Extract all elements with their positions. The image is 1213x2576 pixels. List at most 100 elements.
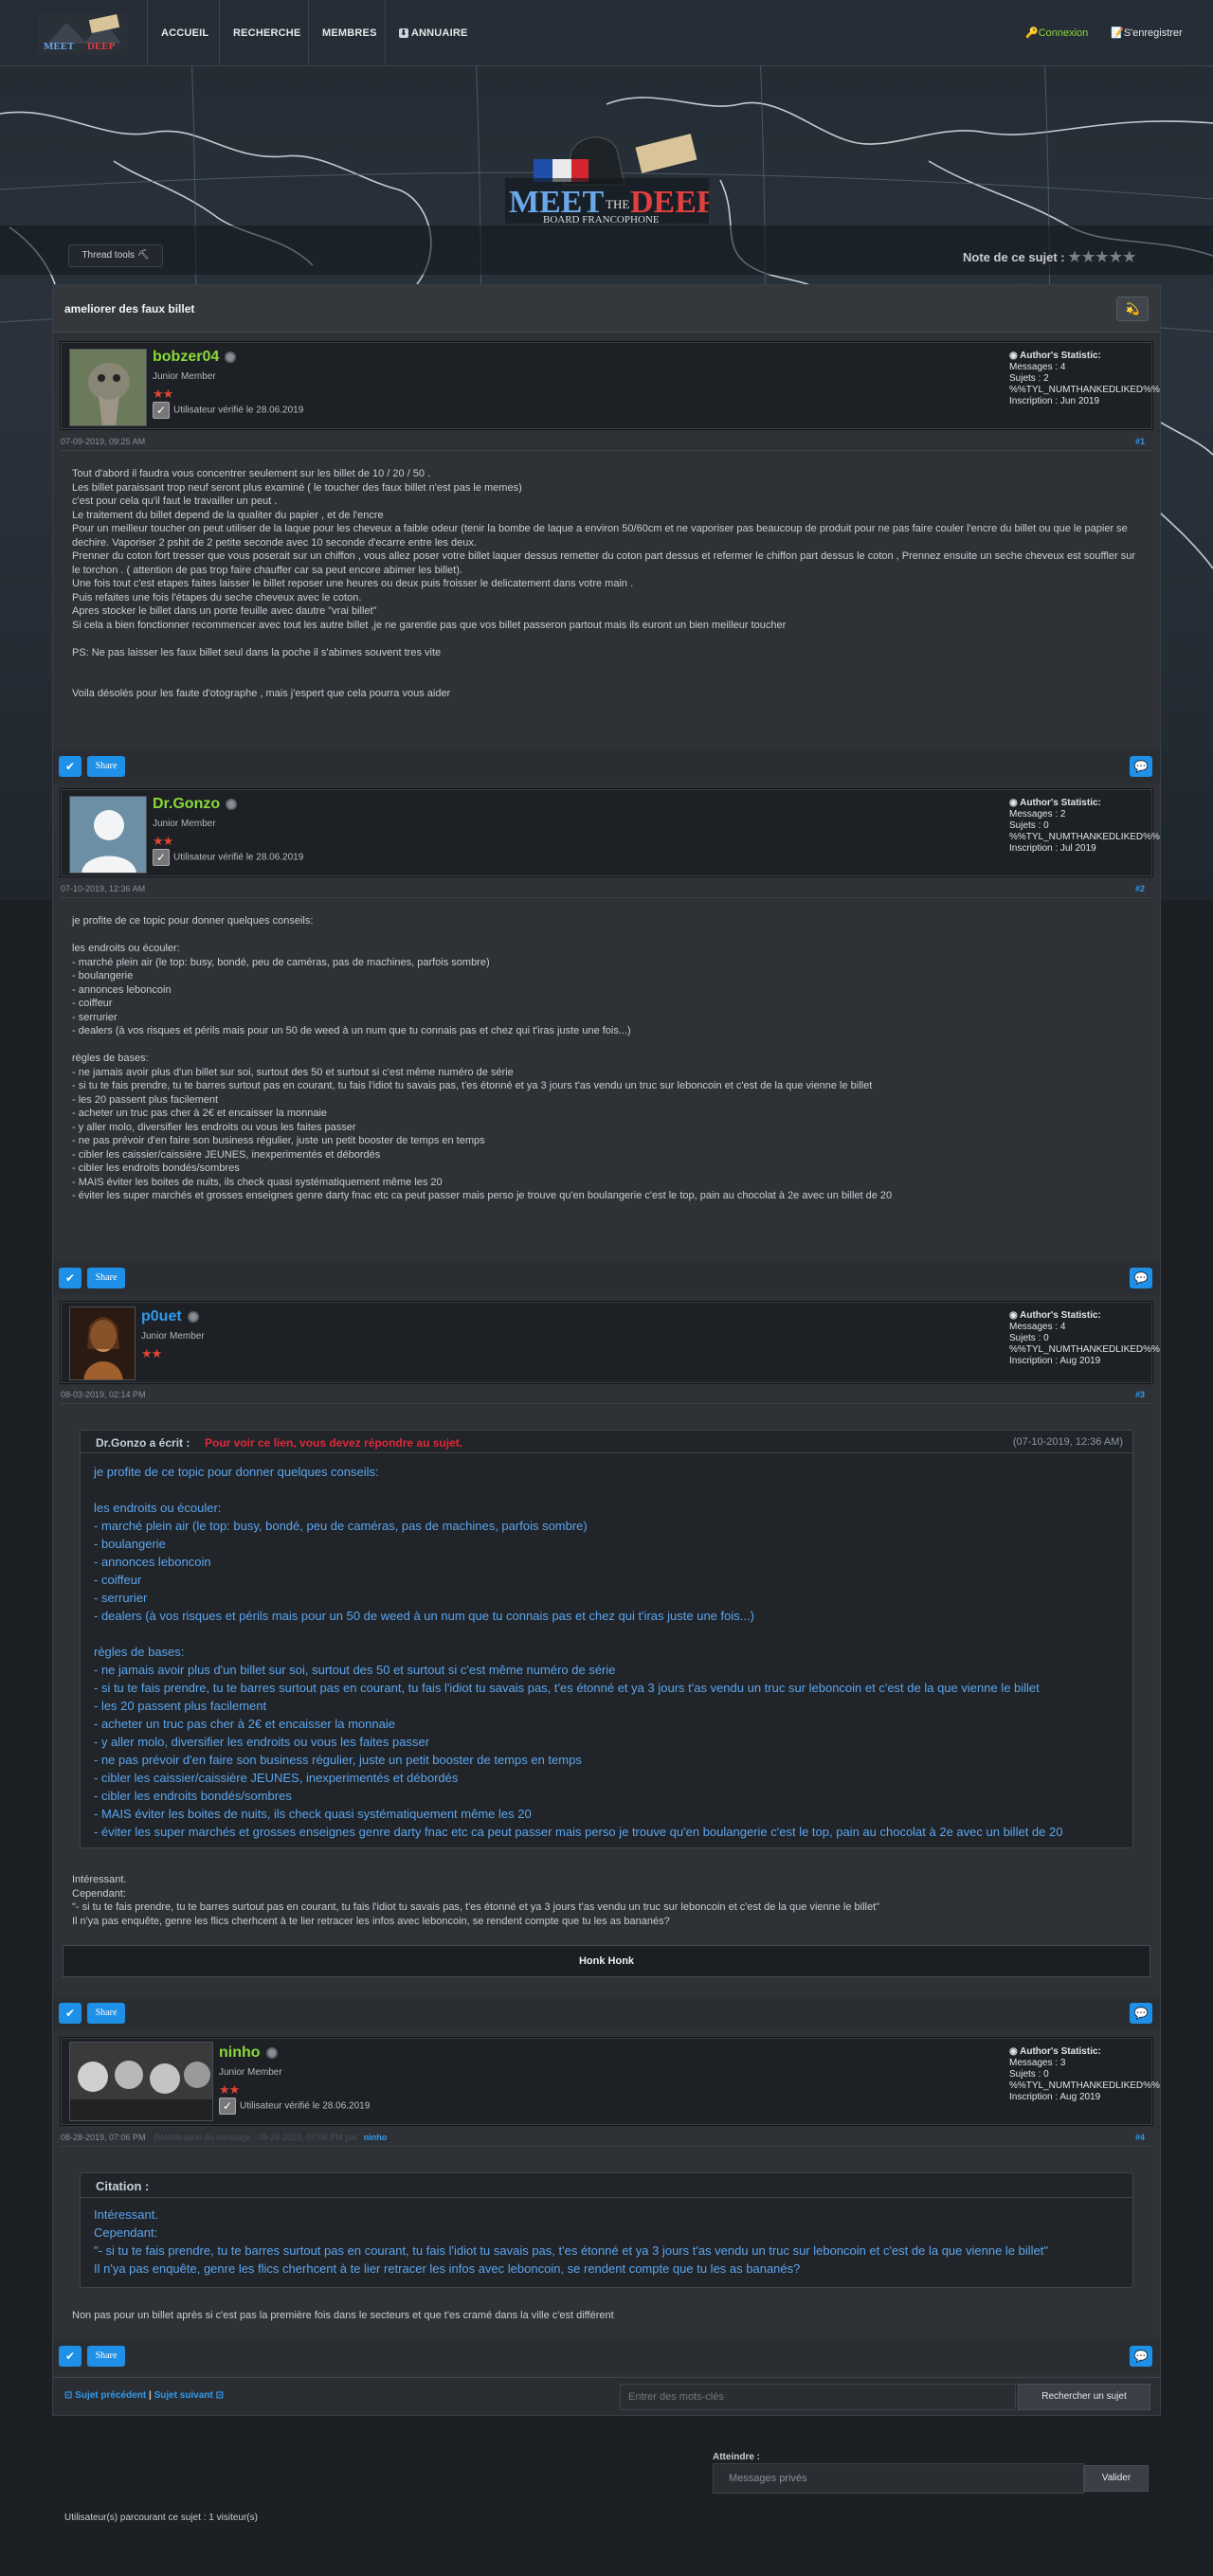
- keyword-search-input[interactable]: [620, 2384, 1016, 2410]
- checkmark-icon: ✔: [64, 2007, 76, 2020]
- speech-bubble-icon: 💬: [1133, 2350, 1149, 2363]
- stat-thanked: %%TYL_NUMTHANKEDLIKED%%: [1009, 2081, 1160, 2091]
- rank-stars: ★★: [153, 387, 173, 401]
- post-date: 07-10-2019, 12:36 AM: [61, 884, 146, 893]
- quote-author: Citation :: [96, 2179, 150, 2193]
- site-logo-small[interactable]: MEET DEEP: [38, 13, 128, 55]
- username-link[interactable]: bobzer04: [153, 349, 237, 366]
- stat-heading: ◉ Author's Statistic:: [1009, 1310, 1101, 1321]
- user-rank: Junior Member: [141, 1331, 205, 1342]
- post-number-link[interactable]: #4: [1135, 2133, 1145, 2142]
- share-button[interactable]: Share: [87, 756, 125, 777]
- stat-messages: Messages : 2: [1009, 809, 1066, 820]
- nav-accueil[interactable]: ACCUEIL: [147, 0, 222, 66]
- edited-by-link[interactable]: ninho: [364, 2133, 388, 2142]
- avatar[interactable]: [69, 796, 147, 874]
- reply-button[interactable]: 💬: [1130, 2346, 1152, 2367]
- offline-status-icon: [187, 1310, 199, 1323]
- user-rank: Junior Member: [153, 371, 216, 382]
- offline-status-icon: [225, 351, 237, 363]
- stat-messages: Messages : 4: [1009, 1322, 1066, 1332]
- stat-inscription: Inscription : Aug 2019: [1009, 2092, 1101, 2102]
- jump-submit-button[interactable]: Valider: [1084, 2465, 1149, 2492]
- register-label: S'enregistrer: [1123, 27, 1183, 39]
- edit-note: (Modification du message : 08-28-2019, 0…: [154, 2133, 358, 2142]
- register-link[interactable]: 📝S'enregistrer: [1111, 27, 1183, 39]
- share-button[interactable]: Share: [87, 1268, 125, 1288]
- post-actions-bar: ✔ Share 💬: [53, 1261, 1160, 1295]
- speech-bubble-icon: 💬: [1133, 1271, 1149, 1285]
- avatar[interactable]: [69, 1306, 136, 1380]
- avatar[interactable]: [69, 2042, 213, 2121]
- username: p0uet: [141, 1308, 182, 1324]
- thread-panel: ameliorer des faux billet 💫 bobzer04 Jun…: [52, 284, 1161, 2416]
- post-number-link[interactable]: #3: [1135, 1390, 1145, 1399]
- star-icon: 💫: [1125, 302, 1140, 315]
- login-link[interactable]: 🔑Connexion: [1025, 27, 1088, 39]
- nav-separator: |: [148, 2390, 152, 2401]
- username-link[interactable]: Dr.Gonzo: [153, 796, 238, 813]
- verified-badge: ✓ Utilisateur vérifié le 28.06.2019: [219, 2098, 370, 2115]
- stat-inscription: Inscription : Aug 2019: [1009, 1356, 1101, 1366]
- quote-block: Citation : Intéressant. Cependant: "- si…: [80, 2172, 1133, 2288]
- checkmark-icon: ✔: [64, 760, 76, 773]
- quote-button[interactable]: ✔: [59, 756, 81, 777]
- author-statistic: ◉ Author's Statistic: Messages : 3 Sujet…: [1009, 2046, 1160, 2103]
- rating-stars[interactable]: ★★★★★: [1068, 249, 1136, 265]
- post-signature: Honk Honk: [63, 1945, 1150, 1977]
- quote-button[interactable]: ✔: [59, 2346, 81, 2367]
- stat-heading: ◉ Author's Statistic:: [1009, 798, 1101, 808]
- post-number-link[interactable]: #2: [1135, 884, 1145, 893]
- stat-sujets: Sujets : 0: [1009, 1333, 1049, 1343]
- stat-inscription: Inscription : Jun 2019: [1009, 396, 1100, 406]
- author-statistic: ◉ Author's Statistic: Messages : 4 Sujet…: [1009, 1310, 1160, 1367]
- stat-thanked: %%TYL_NUMTHANKEDLIKED%%: [1009, 1344, 1160, 1355]
- quote-button[interactable]: ✔: [59, 2003, 81, 2024]
- thread-tools-button[interactable]: Thread tools ⛏: [68, 244, 163, 267]
- check-icon: ✓: [153, 849, 170, 866]
- wrench-icon: ⛏: [136, 250, 150, 261]
- reply-button[interactable]: 💬: [1130, 756, 1152, 777]
- post-author-box: bobzer04 Junior Member ★★ ✓ Utilisateur v…: [61, 342, 1160, 429]
- previous-thread-link[interactable]: Sujet précédent: [75, 2390, 146, 2401]
- previous-icon: ⊡: [64, 2390, 73, 2401]
- nav-recherche[interactable]: RECHERCHE: [219, 0, 314, 66]
- post-actions-bar: ✔ Share 💬: [53, 749, 1160, 784]
- verified-text: Utilisateur vérifié le 28.06.2019: [240, 2100, 371, 2112]
- rank-stars: ★★: [141, 1346, 162, 1360]
- quote-date: (07-10-2019, 12:36 AM): [1012, 1436, 1123, 1448]
- post-number-link[interactable]: #1: [1135, 437, 1145, 446]
- check-icon: ✓: [219, 2098, 236, 2115]
- search-thread-button[interactable]: Rechercher un sujet: [1018, 2384, 1150, 2410]
- jump-to-value: Messages privés: [729, 2473, 807, 2484]
- share-button[interactable]: Share: [87, 2346, 125, 2367]
- stat-inscription: Inscription : Jul 2019: [1009, 843, 1096, 854]
- post-author-box: ninho Junior Member ★★ ✓ Utilisateur véri…: [61, 2038, 1160, 2125]
- thread-rating: Note de ce sujet : ★★★★★: [963, 248, 1137, 265]
- stat-messages: Messages : 3: [1009, 2058, 1066, 2068]
- nav-membres[interactable]: MEMBRES: [308, 0, 390, 66]
- post-body: je profite de ce topic pour donner quelq…: [72, 915, 893, 1201]
- username-link[interactable]: p0uet: [141, 1308, 199, 1325]
- quote-body: Intéressant. Cependant: "- si tu te fais…: [94, 2207, 1048, 2276]
- username-link[interactable]: ninho: [219, 2045, 278, 2062]
- author-statistic: ◉ Author's Statistic: Messages : 2 Sujet…: [1009, 798, 1160, 855]
- avatar[interactable]: [69, 349, 147, 426]
- reply-button[interactable]: 💬: [1130, 2003, 1152, 2024]
- jump-to-select[interactable]: Messages privés: [713, 2463, 1084, 2494]
- banner-the: THE: [606, 197, 629, 211]
- quote-button[interactable]: ✔: [59, 1268, 81, 1288]
- share-button[interactable]: Share: [87, 2003, 125, 2024]
- subscribe-button[interactable]: 💫: [1116, 297, 1149, 321]
- next-thread-link[interactable]: Sujet suivant: [154, 2390, 213, 2401]
- quote-header: Citation :: [81, 2173, 1132, 2198]
- quote-body: je profite de ce topic pour donner quelq…: [94, 1465, 1063, 1839]
- nav-annuaire[interactable]: ⬇ ANNUAIRE: [385, 0, 481, 66]
- speech-bubble-icon: 💬: [1133, 760, 1149, 773]
- speech-bubble-icon: 💬: [1133, 2007, 1149, 2020]
- post-actions-bar: ✔ Share 💬: [53, 2339, 1160, 2373]
- username: Dr.Gonzo: [153, 796, 221, 812]
- quote-source-link[interactable]: Pour voir ce lien, vous devez répondre a…: [205, 1436, 462, 1450]
- stat-sujets: Sujets : 2: [1009, 373, 1049, 384]
- reply-button[interactable]: 💬: [1130, 1268, 1152, 1288]
